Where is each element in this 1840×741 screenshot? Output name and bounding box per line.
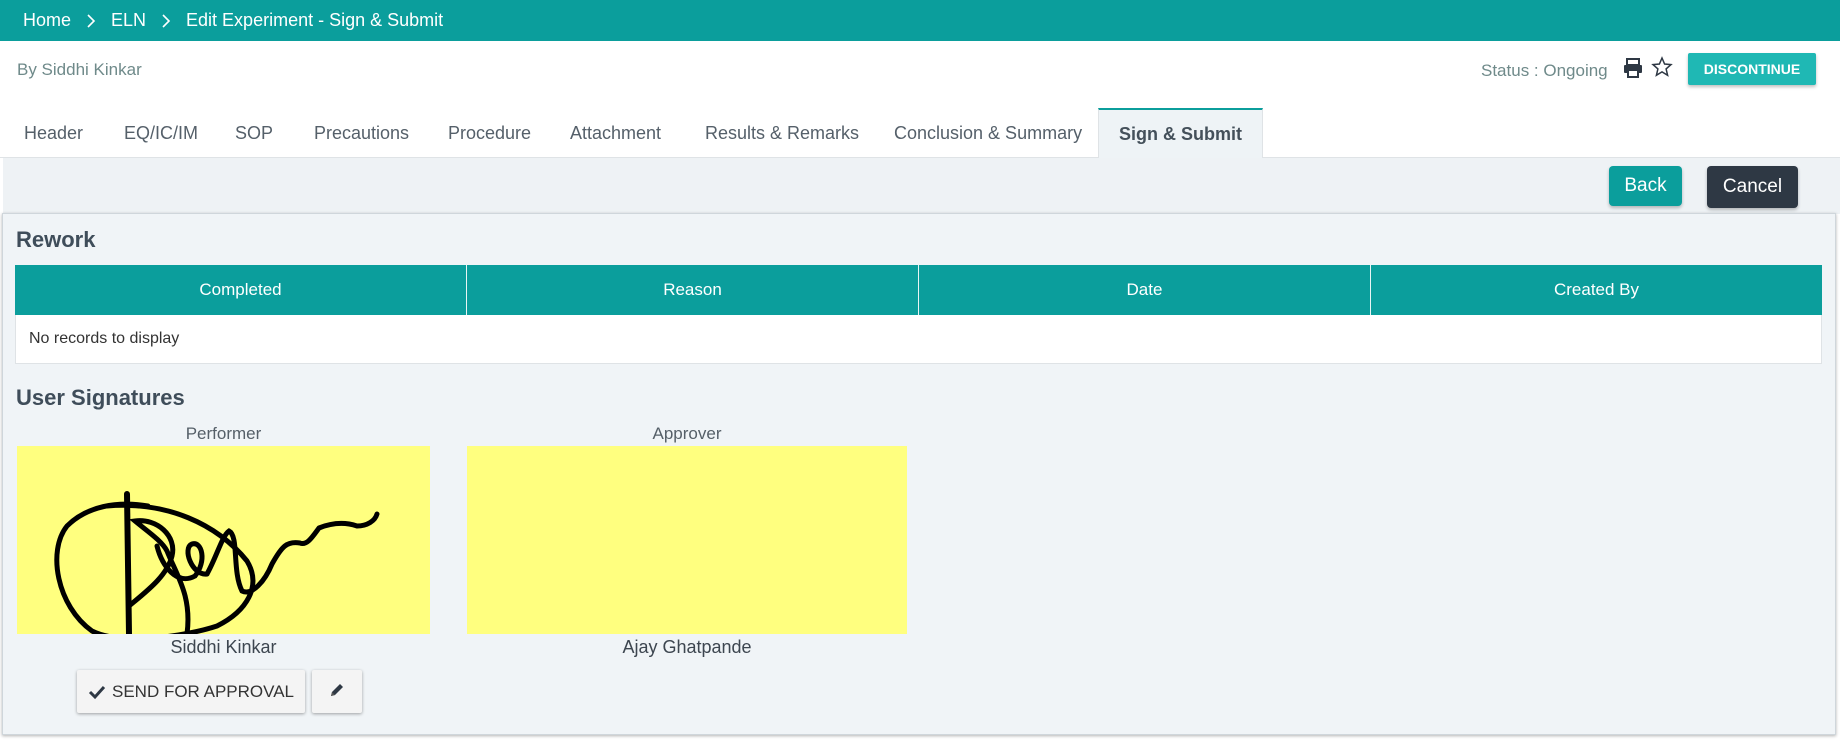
chevron-right-icon [158, 13, 174, 29]
approver-label: Approver [652, 424, 722, 443]
print-icon[interactable] [1622, 57, 1644, 79]
tab-eq-ic-im[interactable]: EQ/IC/IM [124, 108, 198, 158]
tab-precautions[interactable]: Precautions [314, 108, 409, 158]
status-label: Status : Ongoing [1481, 61, 1608, 80]
discontinue-button[interactable]: DISCONTINUE [1688, 53, 1816, 85]
tab-results-remarks[interactable]: Results & Remarks [705, 108, 859, 158]
approver-signature-pad [467, 446, 907, 634]
pencil-icon [328, 681, 346, 702]
edit-signature-button[interactable] [312, 670, 362, 713]
tab-bar: Header EQ/IC/IM SOP Precautions Procedur… [0, 108, 1840, 159]
author-label: By Siddhi Kinkar [17, 60, 142, 79]
breadcrumb-current: Edit Experiment - Sign & Submit [186, 10, 444, 30]
breadcrumb-home[interactable]: Home [23, 10, 71, 31]
tab-attachment[interactable]: Attachment [570, 108, 661, 158]
approver-name: Ajay Ghatpande [622, 637, 752, 657]
chevron-right-icon [83, 13, 99, 29]
cancel-button[interactable]: Cancel [1707, 166, 1798, 208]
send-for-approval-label: SEND FOR APPROVAL [111, 681, 294, 701]
tab-header[interactable]: Header [24, 108, 83, 158]
performer-label: Performer [185, 424, 262, 443]
tab-conclusion-summary[interactable]: Conclusion & Summary [894, 108, 1082, 158]
breadcrumb-eln[interactable]: ELN [111, 10, 146, 31]
rework-table: Completed Reason Date Created By No reco… [15, 265, 1822, 364]
column-header-reason[interactable]: Reason [467, 265, 919, 315]
tab-sign-submit[interactable]: Sign & Submit [1098, 108, 1263, 159]
tab-procedure[interactable]: Procedure [448, 108, 531, 158]
breadcrumb: Home ELN Edit Experiment - Sign & Submit [0, 0, 1840, 41]
handwritten-signature [54, 491, 380, 642]
user-signatures-title: User Signatures [16, 385, 185, 410]
performer-signature-pad [17, 446, 430, 642]
column-header-created-by[interactable]: Created By [1371, 265, 1822, 315]
star-icon[interactable] [1651, 56, 1673, 78]
back-button[interactable]: Back [1609, 166, 1682, 206]
column-header-date[interactable]: Date [919, 265, 1371, 315]
action-bar [3, 158, 1840, 214]
column-header-completed[interactable]: Completed [15, 265, 467, 315]
rework-title: Rework [16, 227, 96, 252]
table-header: Completed Reason Date Created By [15, 265, 1822, 315]
check-icon [88, 683, 106, 701]
empty-message: No records to display [15, 315, 1822, 364]
send-for-approval-button[interactable]: SEND FOR APPROVAL [77, 670, 305, 713]
tab-sop[interactable]: SOP [235, 108, 273, 158]
performer-name: Siddhi Kinkar [170, 637, 277, 657]
